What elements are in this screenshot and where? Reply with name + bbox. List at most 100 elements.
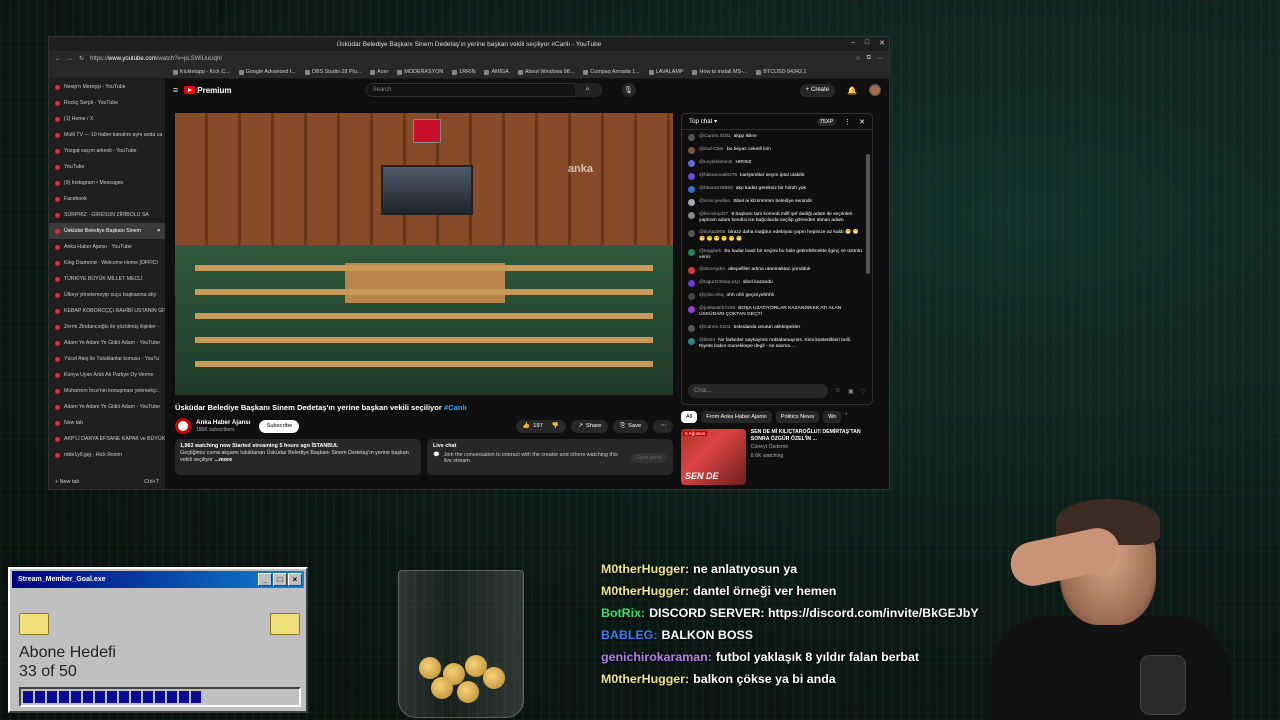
sidebar-tab[interactable]: YouTube [49,159,165,175]
sidebar-tab[interactable]: Yozgat saçım arkesti - YouTube [49,143,165,159]
bookmark[interactable]: OBS Studio 28 Plu... [304,69,361,75]
sidebar-tab[interactable]: Adam Ye Adam Ye Gidiö Adam - YouTube [49,399,165,415]
chat-avatar[interactable] [688,306,695,314]
bookmark[interactable]: How to install MS-... [692,69,747,75]
chat-avatar[interactable] [688,293,695,301]
chat-username[interactable]: @fecicloyd27 [699,212,728,217]
sidebar-tab[interactable]: Anka Haber Ajansı - YouTube [49,239,165,255]
chat-avatar[interactable] [688,173,695,180]
chat-message[interactable]: @ilona2905 birazz daha mağdur edebiyatı y… [688,230,866,242]
chat-avatar[interactable] [688,230,695,238]
search-icon[interactable]: ⌕ [574,83,601,97]
sidebar-tab[interactable]: Üsküdar Belediye Başkanı Sinem ✕ [49,223,165,239]
close-button[interactable]: × [288,573,302,586]
chat-username[interactable]: @hakanoval9276 [699,173,737,178]
url-field[interactable]: https://www.youtube.com/watch?v=pLSWlUuU… [90,56,849,62]
chat-message[interactable]: @Gul-C8er bu beyaz ceketli kim [688,147,866,154]
description-box[interactable]: 1,963 watching now Started streaming 5 h… [175,439,421,475]
save-button[interactable]: ⎘ Save [613,419,649,433]
more-link[interactable]: ...more [214,457,232,463]
like-button[interactable]: 👍 197 👎 [515,419,567,433]
more-actions-button[interactable]: ⋯ [653,419,673,433]
maximize-button[interactable]: □ [865,39,869,47]
sidebar-tab[interactable]: Yücel Ateş ile Tutuklanlar konusu - YouT… [49,351,165,367]
chat-avatar[interactable] [688,160,695,167]
bookmark[interactable]: Compaq Armada 1... [583,69,640,75]
chat-avatar[interactable] [688,134,695,141]
chat-scrollbar[interactable] [866,154,870,274]
chat-message[interactable]: @Leylektimesh HIRSIZ [688,160,866,167]
sidebar-tab[interactable]: SÜRPRİZ · GİRESUN ZİRİBOLU SA [49,207,165,223]
close-window-button[interactable]: ✕ [879,39,885,47]
chat-message[interactable]: @erso.yeeliso Sibel ai kİzimmmm belediye … [688,199,866,206]
more-vert-icon[interactable]: ⋮ [844,118,851,126]
chat-username[interactable]: @Cannn.0101 [699,134,731,139]
sidebar-tab[interactable]: Zerrin Zindancıoğlu ile çözülmüş ilişkil… [49,319,165,335]
hamburger-menu-icon[interactable]: ≡ [173,85,178,95]
sidebar-tab[interactable]: Muharrem İnce'nin konuşması yetenekçi.. [49,383,165,399]
chat-message[interactable]: @fecicloyd27 8 başkanı tam kornedi millî … [688,212,866,224]
bookmark[interactable]: MODERASYON [397,69,443,75]
chat-avatar[interactable] [688,337,695,345]
chat-avatar[interactable] [688,267,695,275]
chat-avatar[interactable] [688,147,695,154]
chat-message[interactable]: @Cannn.0101 akpp ikilee [688,134,866,141]
bookmark[interactable]: BTCUSD 84342.1 [756,69,807,75]
sidebar-tab[interactable]: KEBAP KOBORCÇÇI RAHİBİ USTANIN GİTTİ [49,303,165,319]
sidebar-tab[interactable]: Konya Uyan Artık Ak Partiye Oy Verme [49,367,165,383]
bookmark[interactable]: AMİGA [484,69,509,75]
chat-username[interactable]: @erso.yeeliso [699,199,730,204]
chip-politics-news[interactable]: Politics News [775,411,820,423]
thumbs-down-icon[interactable]: 👎 [552,423,559,429]
chat-avatar[interactable] [688,280,695,288]
sidebar-tab[interactable]: Rockç Serpil - YouTube [49,95,165,111]
sidebar-tab[interactable]: King Diamond - Welcome Home [OFFICI [49,255,165,271]
back-icon[interactable]: ← [55,56,61,62]
sidebar-tab[interactable]: New tab [49,415,165,431]
video-player[interactable]: anka [175,113,673,395]
close-icon[interactable]: ✕ [859,118,865,126]
chip-from-channel[interactable]: From Anka Haber Ajansı [701,411,772,423]
chat-username[interactable]: @justwatch7236 [699,306,735,311]
sidebar-tab[interactable]: AKP'Lİ DARYA EFSANE KAPAK ve BÜYÜK [49,431,165,447]
reload-icon[interactable]: ↻ [79,55,84,62]
chip-more[interactable]: Wo [823,411,842,423]
sidebar-tab[interactable]: Ülkeyi yönetemeyip suçu başkasına atıy [49,287,165,303]
super-chat-icon[interactable]: ▣ [848,388,854,395]
sidebar-tab[interactable]: (9) Instagram • Messages [49,175,165,191]
chat-username[interactable]: @ilis04 [699,338,715,343]
chat-input[interactable]: Chat... [688,384,828,398]
chat-username[interactable]: @Cannn.0101 [699,325,731,330]
sidebar-tab[interactable]: (1) Home / X [49,111,165,127]
chat-username[interactable]: @Çiko-e5q [699,293,724,298]
youtube-logo[interactable]: Premium [184,86,232,95]
chat-message[interactable]: @Çiko-e5q ohh ohh geçiniyohhhh [688,293,866,301]
recommended-video[interactable]: 5 Ağustos SEN DE SEN DE Mİ KILIÇTAROĞLU!… [681,429,873,487]
chat-avatar[interactable] [688,199,695,206]
minimize-button[interactable]: – [851,39,855,47]
chat-message[interactable]: @tegglurk Bu kadar basit bir seçimi bu ha… [688,248,866,261]
chat-message[interactable]: @hakanoval9276 kariştırdılar seçim iptal … [688,173,866,180]
sidebar-tab[interactable]: rdde1y6.jpg - Hick Resim [49,447,165,463]
chat-username[interactable]: @ilona2905 [699,230,725,235]
sidebar-tab[interactable]: Multi TV — 10 haber kanalını aynı anda c… [49,127,165,143]
avatar[interactable] [869,84,881,96]
bell-icon[interactable]: 🔔 [847,86,857,95]
bookmark[interactable]: 1RRIN [452,69,475,75]
extensions-icon[interactable]: ⧉ [867,55,871,62]
channel-name[interactable]: Anka Haber Ajansı [196,419,250,427]
chat-message[interactable]: @ilis04 Ne farkeder saykaymis noktalamaym… [688,337,866,350]
emoji-icon[interactable]: ☺ [835,388,841,394]
chat-message[interactable]: @hkanzzz8869 akp kadar gereksiz bir hiirü… [688,186,866,193]
sidebar-tab[interactable]: TÜRKİYE BÜYÜK MİLLET MECLİ [49,271,165,287]
top-chat-dropdown[interactable]: Top chat ▾ [689,118,717,125]
microphone-icon[interactable]: 🎙 [621,83,636,97]
sidebar-tab[interactable]: Facebook [49,191,165,207]
chat-username[interactable]: @SireAydın [699,267,725,272]
new-tab-button[interactable]: + New tab Ctrl+T [55,479,159,485]
bookmark[interactable]: Kickletapp - Kick C... [173,69,230,75]
chat-avatar[interactable] [688,186,695,193]
bookmark[interactable]: LAVALAMP [648,69,683,75]
bookmark[interactable]: Acer [370,69,388,75]
chat-avatar[interactable] [688,212,695,219]
